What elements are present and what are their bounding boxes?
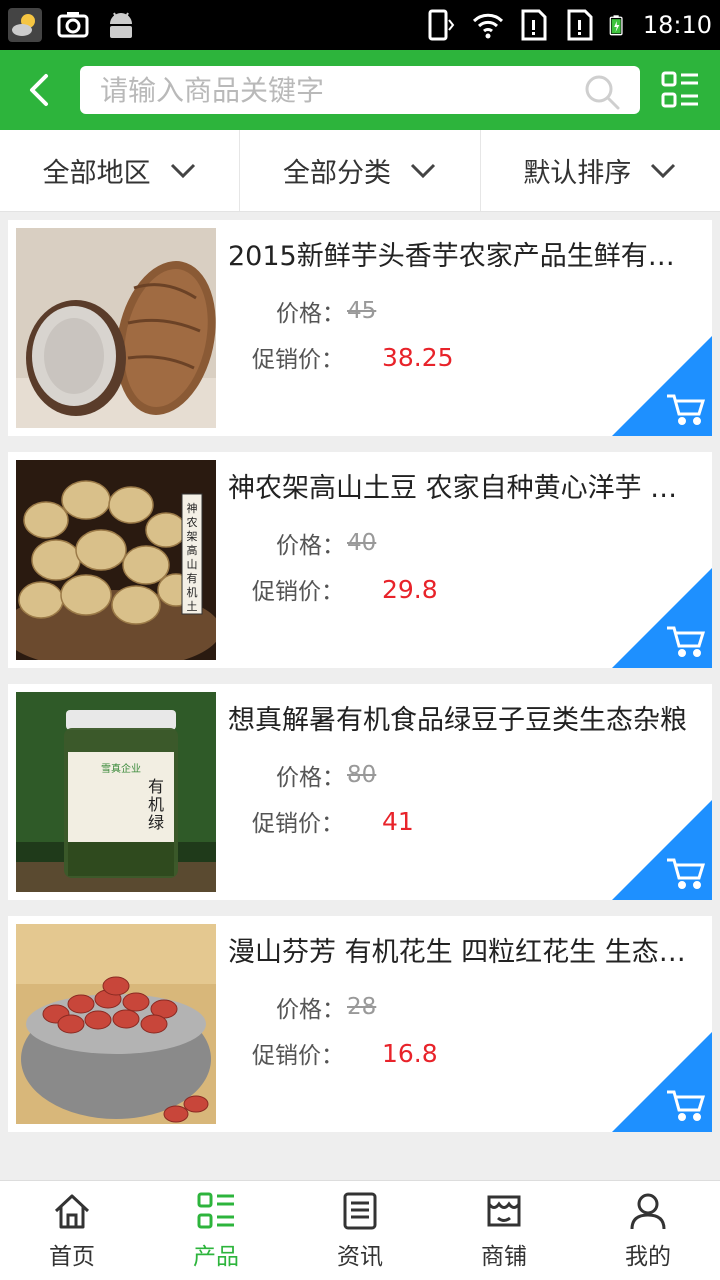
peanut-bowl-image bbox=[16, 924, 216, 1124]
promo-label: 促销价： bbox=[252, 1043, 344, 1069]
price-label: 价格： bbox=[276, 301, 345, 327]
price-row: 价格： 80 bbox=[276, 758, 376, 792]
promo-label: 促销价： bbox=[252, 811, 344, 837]
grid-list-icon bbox=[197, 1192, 234, 1229]
svg-text:土: 土 bbox=[187, 600, 198, 613]
add-to-cart-button[interactable] bbox=[612, 568, 712, 668]
promo-price: 16.8 bbox=[382, 1038, 438, 1068]
filter-region[interactable]: 全部地区 bbox=[0, 130, 241, 211]
filter-bar: 全部地区 全部分类 默认排序 bbox=[0, 130, 720, 212]
home-icon bbox=[54, 1194, 90, 1229]
add-to-cart-button[interactable] bbox=[612, 1032, 712, 1132]
status-bar: 18:10 bbox=[0, 0, 720, 50]
promo-row: 促销价： 29.8 bbox=[252, 572, 438, 606]
chevron-down-icon bbox=[170, 163, 195, 178]
product-title[interactable]: 想真解暑有机食品绿豆子豆类生态杂粮 bbox=[228, 698, 698, 737]
filter-label: 默认排序 bbox=[523, 158, 632, 189]
filter-label: 全部地区 bbox=[42, 158, 151, 189]
price-label: 价格： bbox=[276, 765, 345, 791]
chevron-down-icon bbox=[410, 163, 436, 178]
original-price: 28 bbox=[347, 994, 377, 1020]
promo-row: 促销价： 41 bbox=[252, 804, 414, 838]
product-card[interactable]: 2015新鲜芋头香芋农家产品生鲜有机蔬菜 价格： 45 促销价： 38.25 bbox=[8, 220, 712, 436]
product-title[interactable]: 漫山芬芳 有机花生 四粒红花生 生态种植 bbox=[228, 930, 698, 969]
svg-text:山: 山 bbox=[187, 558, 198, 571]
promo-row: 促销价： 16.8 bbox=[252, 1036, 438, 1070]
product-card[interactable]: 雪真企业 有 机 绿 想真解暑有机食品绿豆子豆类生态杂粮 价格： 80 促销价：… bbox=[8, 684, 712, 900]
filter-sort[interactable]: 默认排序 bbox=[481, 130, 720, 211]
search-input[interactable] bbox=[100, 72, 570, 108]
battery-icon bbox=[609, 15, 623, 36]
promo-label: 促销价： bbox=[252, 579, 344, 605]
svg-text:绿: 绿 bbox=[148, 813, 164, 832]
back-arrow-icon[interactable] bbox=[20, 70, 60, 110]
wifi-icon bbox=[472, 13, 503, 39]
price-row: 价格： 45 bbox=[276, 294, 376, 328]
clock: 18:10 bbox=[642, 11, 712, 39]
promo-row: 促销价： 38.25 bbox=[252, 340, 454, 374]
search-icon[interactable] bbox=[584, 74, 620, 110]
category-menu-icon[interactable] bbox=[660, 70, 700, 110]
bottom-tab-bar: 首页 产品 资讯 商铺 我的 bbox=[0, 1180, 720, 1280]
tab-products[interactable]: 产品 bbox=[144, 1181, 288, 1280]
svg-text:高: 高 bbox=[187, 543, 198, 557]
add-to-cart-button[interactable] bbox=[612, 336, 712, 436]
android-icon bbox=[110, 12, 132, 38]
sim1-icon bbox=[521, 9, 547, 41]
mung-bean-jar-image: 雪真企业 有 机 绿 bbox=[16, 692, 216, 892]
product-image[interactable] bbox=[16, 228, 216, 428]
filter-label: 全部分类 bbox=[282, 158, 391, 189]
user-icon bbox=[630, 1193, 666, 1230]
product-image[interactable]: 神 农 架 高 山 有 机 土 bbox=[16, 460, 216, 660]
promo-price: 29.8 bbox=[382, 574, 438, 604]
product-card[interactable]: 漫山芬芳 有机花生 四粒红花生 生态种植 价格： 28 促销价： 16.8 bbox=[8, 916, 712, 1132]
tab-news[interactable]: 资讯 bbox=[288, 1181, 432, 1280]
tab-label: 我的 bbox=[625, 1244, 671, 1270]
svg-text:有: 有 bbox=[187, 571, 198, 585]
shop-icon bbox=[487, 1195, 521, 1227]
product-title[interactable]: 2015新鲜芋头香芋农家产品生鲜有机蔬菜 bbox=[228, 234, 698, 273]
chevron-down-icon bbox=[651, 163, 676, 178]
taro-image bbox=[16, 228, 216, 428]
original-price: 80 bbox=[347, 762, 377, 788]
svg-text:神: 神 bbox=[187, 501, 198, 515]
filter-category[interactable]: 全部分类 bbox=[240, 130, 481, 211]
original-price: 45 bbox=[347, 298, 377, 324]
price-label: 价格： bbox=[276, 997, 345, 1023]
product-card[interactable]: 神 农 架 高 山 有 机 土 神农架高山土豆 农家自种黄心洋芋 新鲜 价格： … bbox=[8, 452, 712, 668]
svg-text:有: 有 bbox=[148, 777, 164, 796]
potato-image: 神 农 架 高 山 有 机 土 bbox=[16, 460, 216, 660]
document-icon bbox=[343, 1192, 377, 1230]
tab-label: 首页 bbox=[49, 1244, 95, 1270]
price-label: 价格： bbox=[276, 533, 345, 559]
tab-home[interactable]: 首页 bbox=[0, 1181, 144, 1280]
top-header bbox=[0, 50, 720, 130]
svg-text:农: 农 bbox=[187, 515, 198, 529]
screenshot-icon bbox=[57, 12, 89, 38]
add-to-cart-button[interactable] bbox=[612, 800, 712, 900]
sim2-icon bbox=[567, 9, 593, 41]
tab-label: 商铺 bbox=[481, 1244, 527, 1270]
price-row: 价格： 28 bbox=[276, 990, 376, 1024]
svg-text:机: 机 bbox=[148, 795, 164, 814]
svg-text:雪真企业: 雪真企业 bbox=[101, 762, 141, 775]
vibrate-icon bbox=[428, 9, 455, 41]
promo-label: 促销价： bbox=[252, 347, 344, 373]
product-image[interactable] bbox=[16, 924, 216, 1124]
promo-price: 38.25 bbox=[382, 342, 454, 372]
svg-text:架: 架 bbox=[187, 530, 198, 543]
product-title[interactable]: 神农架高山土豆 农家自种黄心洋芋 新鲜 bbox=[228, 466, 698, 505]
price-row: 价格： 40 bbox=[276, 526, 376, 560]
weather-icon bbox=[8, 8, 42, 42]
original-price: 40 bbox=[347, 530, 377, 556]
promo-price: 41 bbox=[382, 806, 414, 836]
product-image[interactable]: 雪真企业 有 机 绿 bbox=[16, 692, 216, 892]
tab-label: 产品 bbox=[193, 1244, 239, 1270]
tab-shops[interactable]: 商铺 bbox=[432, 1181, 576, 1280]
svg-text:机: 机 bbox=[187, 585, 198, 599]
search-box[interactable] bbox=[80, 66, 640, 114]
tab-mine[interactable]: 我的 bbox=[576, 1181, 720, 1280]
product-list: 2015新鲜芋头香芋农家产品生鲜有机蔬菜 价格： 45 促销价： 38.25 神… bbox=[8, 220, 712, 1148]
tab-label: 资讯 bbox=[337, 1244, 383, 1270]
